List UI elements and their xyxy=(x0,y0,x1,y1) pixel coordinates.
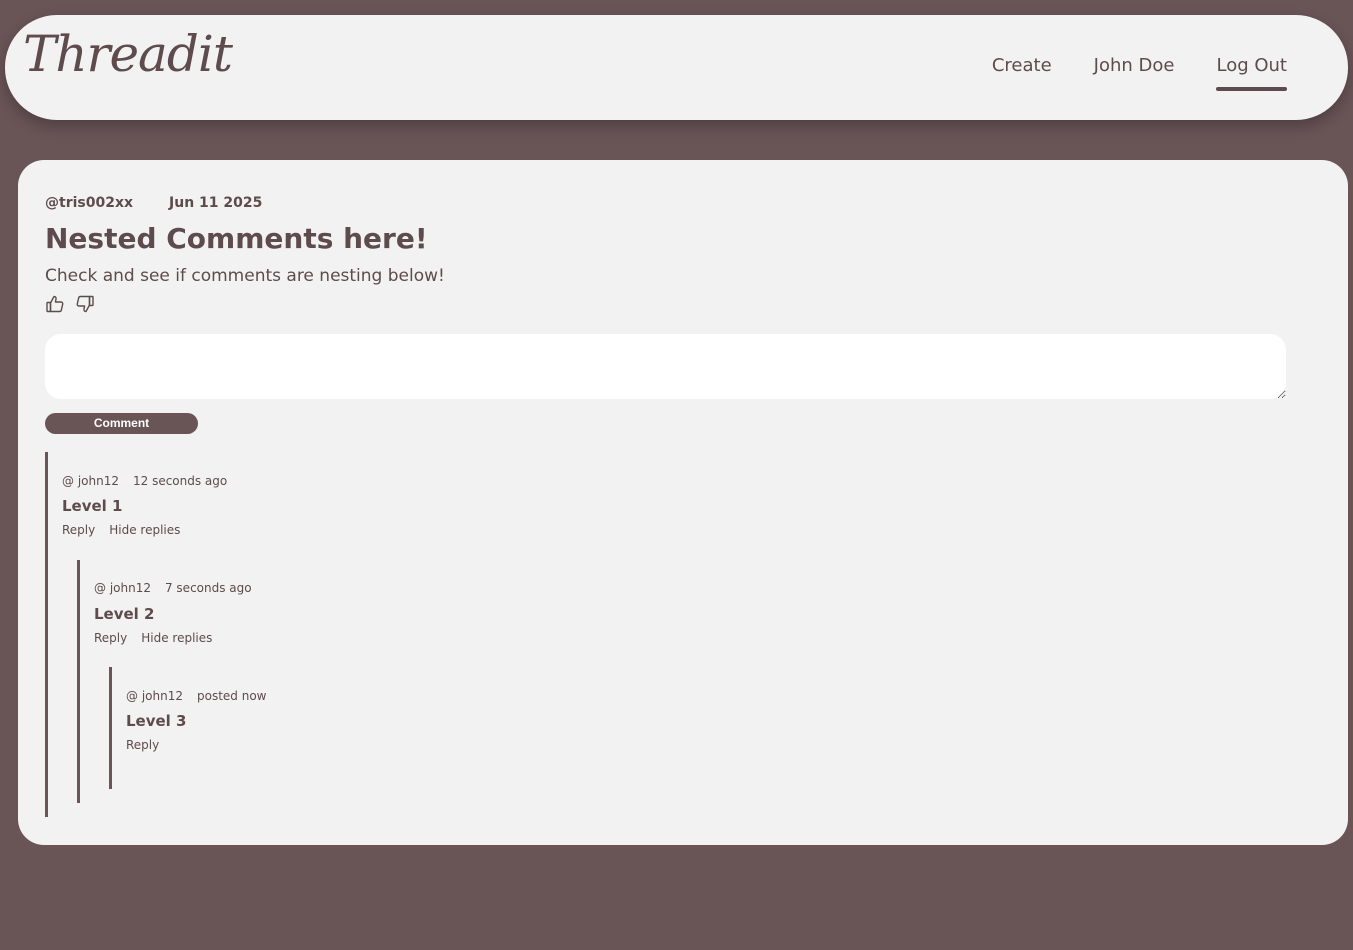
logo[interactable]: Threadit xyxy=(23,29,233,79)
post-body: Check and see if comments are nesting be… xyxy=(45,266,445,286)
comment-author[interactable]: @ john12 xyxy=(62,474,119,488)
post-meta: @tris002xx Jun 11 2025 xyxy=(45,195,262,211)
comment-text: Level 3 xyxy=(126,712,187,730)
comment-input[interactable] xyxy=(45,334,1286,399)
reply-button[interactable]: Reply xyxy=(94,631,127,645)
post-title: Nested Comments here! xyxy=(45,222,428,255)
reply-button[interactable]: Reply xyxy=(126,738,159,752)
hide-replies-button[interactable]: Hide replies xyxy=(109,523,180,537)
post-card: @tris002xx Jun 11 2025 Nested Comments he… xyxy=(18,160,1348,845)
nav-profile-link[interactable]: John Doe xyxy=(1094,57,1175,75)
comment-actions: Reply xyxy=(126,738,159,752)
comment-thread-level-1: @ john12 12 seconds ago Level 1 Reply Hide… xyxy=(45,452,266,817)
comment-actions: Reply Hide replies xyxy=(62,523,180,537)
post-date: Jun 11 2025 xyxy=(169,195,263,211)
reply-button[interactable]: Reply xyxy=(62,523,95,537)
comment-meta: @ john12 posted now xyxy=(126,689,266,703)
comment-text: Level 1 xyxy=(62,497,123,515)
nav-create-link[interactable]: Create xyxy=(992,57,1052,75)
comment-author[interactable]: @ john12 xyxy=(126,689,183,703)
thumbs-down-icon[interactable] xyxy=(75,294,95,314)
nav-logout-link[interactable]: Log Out xyxy=(1216,57,1287,91)
comment-thread-level-3: @ john12 posted now Level 3 Reply xyxy=(109,667,266,789)
navbar: Threadit Create John Doe Log Out xyxy=(5,15,1348,120)
comment-time: 12 seconds ago xyxy=(132,474,228,488)
nav-links: Create John Doe Log Out xyxy=(992,57,1287,91)
comment-thread-level-2: @ john12 7 seconds ago Level 2 Reply Hide … xyxy=(77,560,266,803)
comment-author[interactable]: @ john12 xyxy=(94,581,151,595)
post-author[interactable]: @tris002xx xyxy=(45,195,133,211)
comment-meta: @ john12 12 seconds ago xyxy=(62,474,227,488)
comment-time: posted now xyxy=(196,689,267,703)
comment-meta: @ john12 7 seconds ago xyxy=(94,581,252,595)
comment-button[interactable]: Comment xyxy=(45,413,198,434)
vote-controls xyxy=(45,294,95,314)
hide-replies-button[interactable]: Hide replies xyxy=(141,631,212,645)
comment-time: 7 seconds ago xyxy=(164,581,252,595)
comment-text: Level 2 xyxy=(94,605,155,623)
comment-actions: Reply Hide replies xyxy=(94,631,212,645)
thumbs-up-icon[interactable] xyxy=(45,294,65,314)
